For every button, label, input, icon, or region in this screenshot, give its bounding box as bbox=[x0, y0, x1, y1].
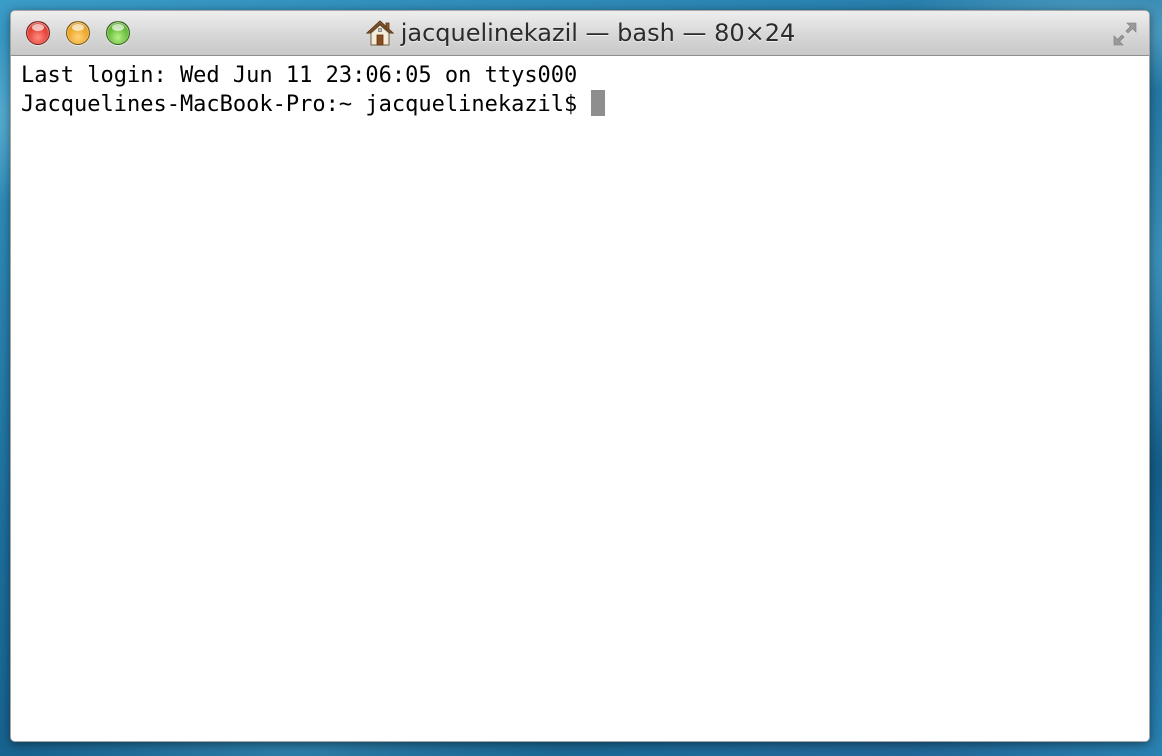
window-title-group: jacquelinekazil — bash — 80×24 bbox=[11, 11, 1149, 55]
text-cursor bbox=[591, 90, 606, 116]
terminal-content[interactable]: Last login: Wed Jun 11 23:06:05 on ttys0… bbox=[11, 56, 1149, 741]
terminal-line-prompt: Jacquelines-MacBook-Pro:~ jacquelinekazi… bbox=[21, 90, 1149, 118]
terminal-line-last-login: Last login: Wed Jun 11 23:06:05 on ttys0… bbox=[21, 63, 578, 88]
home-icon bbox=[365, 18, 395, 48]
terminal-window: jacquelinekazil — bash — 80×24 Last logi… bbox=[10, 10, 1150, 742]
window-title: jacquelinekazil — bash — 80×24 bbox=[400, 19, 796, 47]
shell-prompt: Jacquelines-MacBook-Pro:~ jacquelinekazi… bbox=[21, 92, 578, 117]
fullscreen-icon[interactable] bbox=[1111, 20, 1139, 48]
title-bar[interactable]: jacquelinekazil — bash — 80×24 bbox=[11, 11, 1149, 56]
